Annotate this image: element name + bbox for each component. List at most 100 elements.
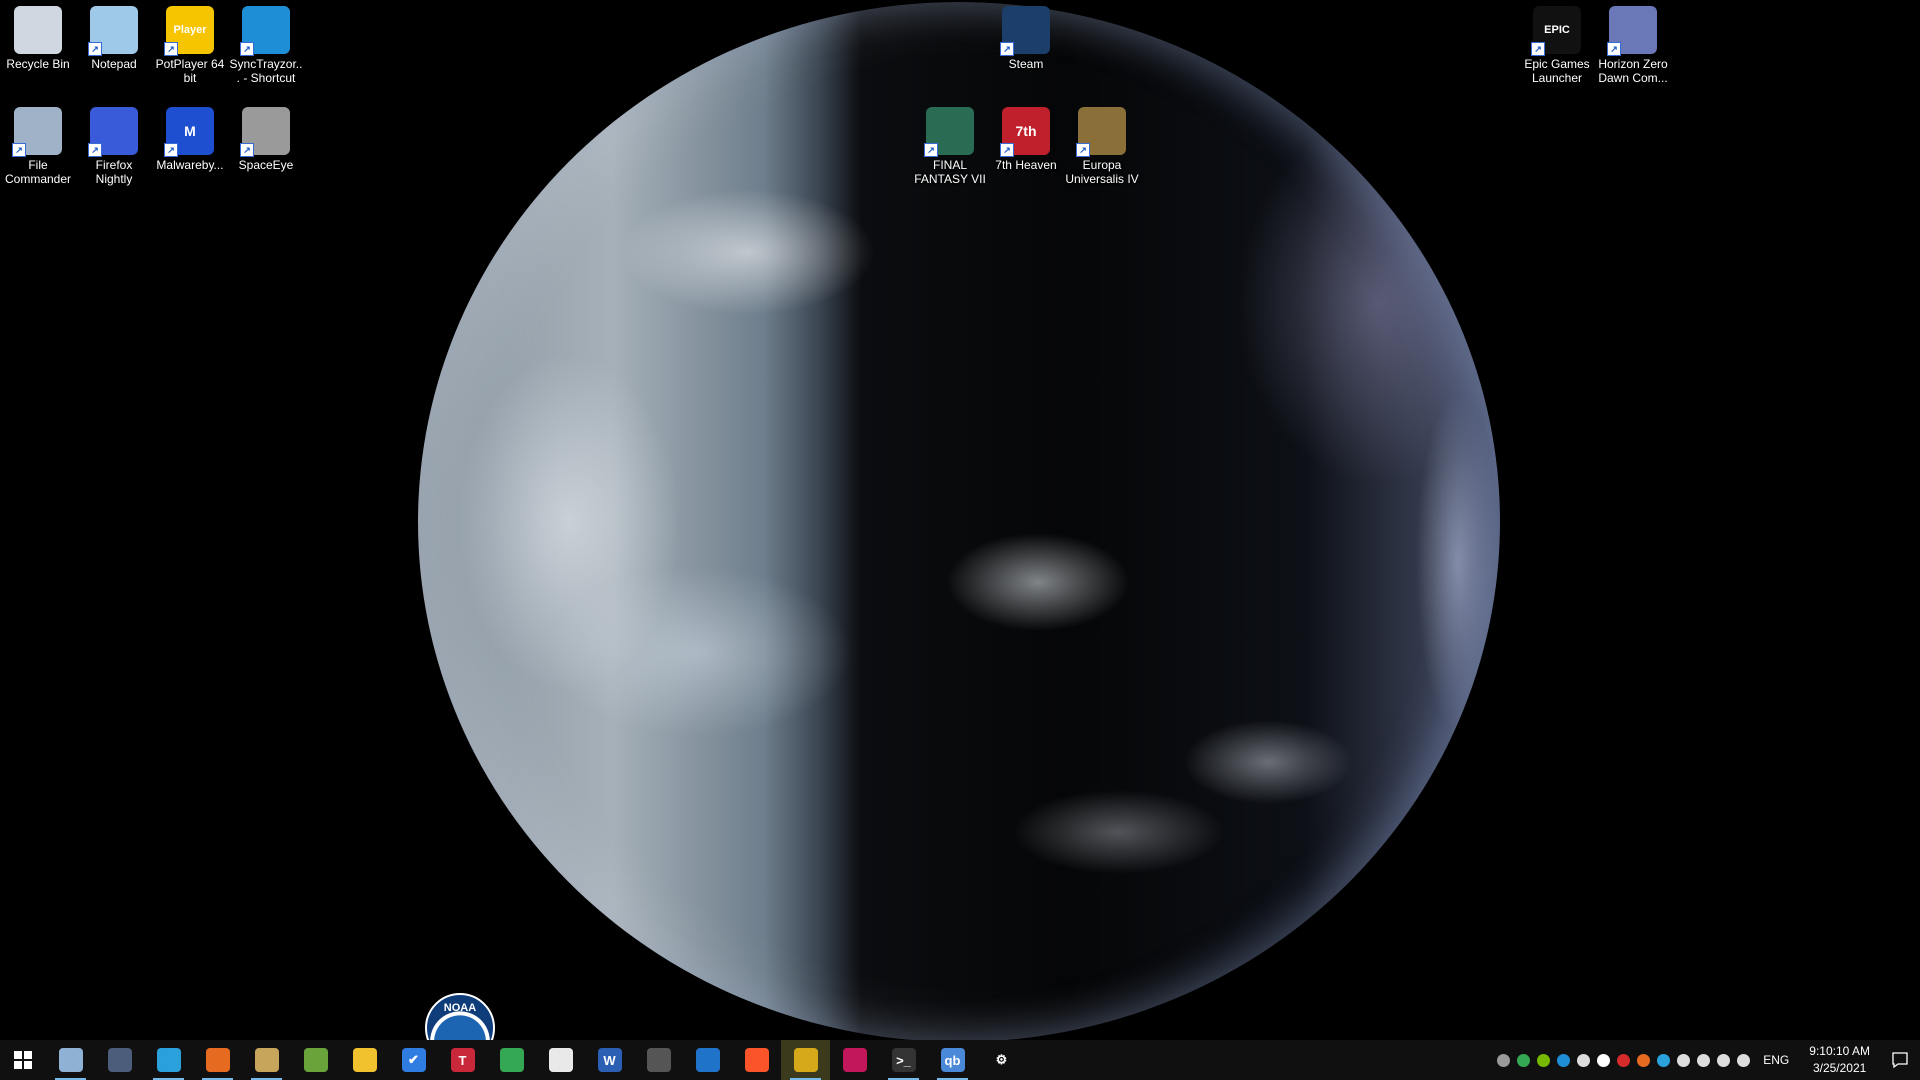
language-indicator[interactable]: ENG	[1753, 1053, 1799, 1067]
taskbar-app-button[interactable]	[683, 1040, 732, 1080]
desktop-shortcut[interactable]: ↗ SpaceEye	[228, 107, 304, 172]
qbittorrent-icon: qb	[940, 1048, 965, 1072]
taskbar-app-button[interactable]	[536, 1040, 585, 1080]
thunderbird-icon	[695, 1048, 720, 1072]
malwarebytes-icon: M ↗	[164, 107, 214, 157]
desktop-icon-label: Europa Universalis IV	[1065, 158, 1139, 186]
desktop-shortcut[interactable]: ↗ Firefox Nightly	[76, 107, 152, 186]
chrome-tray-icon[interactable]	[1513, 1040, 1533, 1080]
usb-tray-icon[interactable]	[1673, 1040, 1693, 1080]
desktop-shortcut[interactable]: ↗ SyncTrayzor... - Shortcut	[228, 6, 304, 85]
desktop-shortcut[interactable]: ↗ Europa Universalis IV	[1064, 107, 1140, 186]
desktop-icon-label: Notepad	[91, 57, 137, 71]
desktop-shortcut[interactable]: ↗ Horizon Zero Dawn Com...	[1595, 6, 1671, 85]
taskbar-app-button[interactable]: ✔	[389, 1040, 438, 1080]
syncthing-tray-icon[interactable]	[1553, 1040, 1573, 1080]
desktop-shortcut[interactable]: ↗ Steam	[988, 6, 1064, 71]
taskbar-app-button[interactable]: qb	[928, 1040, 977, 1080]
shortcut-arrow-icon: ↗	[240, 143, 254, 157]
librewolf-icon	[548, 1048, 573, 1072]
icon-glyph: 7th	[1015, 123, 1037, 139]
desktop-shortcut[interactable]: ↗ FINAL FANTASY VII	[912, 107, 988, 186]
icon-glyph: Player	[173, 24, 207, 36]
firefox-tray-icon[interactable]	[1633, 1040, 1653, 1080]
shortcut-arrow-icon: ↗	[88, 42, 102, 56]
taskbar-app-button[interactable]	[242, 1040, 291, 1080]
snipping-tool-icon	[842, 1048, 867, 1072]
taskbar-app-button[interactable]: >_	[879, 1040, 928, 1080]
desktop-icon-label: File Commander	[4, 158, 72, 186]
desktop-icon-label: SyncTrayzor... - Shortcut	[229, 57, 303, 85]
desktop-icon-label: FINAL FANTASY VII	[914, 158, 986, 186]
shortcut-arrow-icon: ↗	[88, 143, 102, 157]
taskbar-app-button[interactable]: ⚙	[977, 1040, 1026, 1080]
battery-tray-icon[interactable]	[1693, 1040, 1713, 1080]
desktop-shortcut[interactable]: EPIC ↗ Epic Games Launcher	[1519, 6, 1595, 85]
desktop-shortcut[interactable]: ↗ Notepad	[76, 6, 152, 71]
shortcut-arrow-icon: ↗	[924, 143, 938, 157]
taskbar-app-button[interactable]	[487, 1040, 536, 1080]
desktop-shortcut[interactable]: 7th ↗ 7th Heaven	[988, 107, 1064, 172]
shortcut-arrow-icon: ↗	[1000, 42, 1014, 56]
icon-glyph: M	[184, 123, 196, 139]
windows-start-icon	[14, 1051, 32, 1069]
taskbar-app-button[interactable]	[291, 1040, 340, 1080]
telegram-tray-icon[interactable]	[1653, 1040, 1673, 1080]
firefox-icon	[205, 1048, 230, 1072]
brave-icon	[744, 1048, 769, 1072]
taskbar-app-button[interactable]	[144, 1040, 193, 1080]
wifi-tray-icon[interactable]	[1713, 1040, 1733, 1080]
shortcut-arrow-icon: ↗	[1076, 143, 1090, 157]
spaceeye-tray-icon[interactable]	[1493, 1040, 1513, 1080]
notepad-icon: ↗	[88, 6, 138, 56]
notepad-app-icon	[254, 1048, 279, 1072]
dropbox-tray-icon[interactable]	[1593, 1040, 1613, 1080]
steam-icon: ↗	[1000, 6, 1050, 56]
desktop-shortcut[interactable]: M ↗ Malwareby...	[152, 107, 228, 172]
spaceeye-icon: ↗	[240, 107, 290, 157]
taskbar-app-button[interactable]	[46, 1040, 95, 1080]
shortcut-arrow-icon: ↗	[12, 143, 26, 157]
synctrayzor-icon: ↗	[240, 6, 290, 56]
icon-glyph: EPIC	[1544, 24, 1570, 36]
word-icon: W	[597, 1048, 622, 1072]
desktop-shortcut[interactable]: Recycle Bin	[0, 6, 76, 71]
malwarebytes-tray-icon[interactable]	[1613, 1040, 1633, 1080]
action-center-icon[interactable]	[1880, 1040, 1920, 1080]
file-commander-icon	[58, 1048, 83, 1072]
taskbar-app-button[interactable]	[340, 1040, 389, 1080]
shield-tray-icon[interactable]	[1573, 1040, 1593, 1080]
microsoft-todo-icon: ✔	[401, 1048, 426, 1072]
keepass-icon	[107, 1048, 132, 1072]
desktop-shortcut[interactable]: ↗ File Commander	[0, 107, 76, 186]
shortcut-arrow-icon: ↗	[1531, 42, 1545, 56]
taskbar-app-button[interactable]	[193, 1040, 242, 1080]
tray-glyph	[1716, 1053, 1730, 1067]
shortcut-arrow-icon: ↗	[1000, 143, 1014, 157]
clock-time: 9:10:10 AM	[1809, 1044, 1870, 1058]
taskbar-app-button[interactable]	[830, 1040, 879, 1080]
taskbar-app-button[interactable]	[732, 1040, 781, 1080]
desktop-icon-label: Recycle Bin	[6, 57, 70, 71]
taskbar-app-button[interactable]	[781, 1040, 830, 1080]
taskbar-app-button[interactable]: T	[438, 1040, 487, 1080]
start-button[interactable]	[0, 1040, 46, 1080]
taskbar-app-button[interactable]	[95, 1040, 144, 1080]
nvidia-tray-icon[interactable]	[1533, 1040, 1553, 1080]
desktop-icon-label: Horizon Zero Dawn Com...	[1598, 57, 1668, 85]
telegram-icon	[156, 1048, 181, 1072]
clock-date: 3/25/2021	[1812, 1061, 1867, 1075]
7th-heaven-icon: 7th ↗	[1000, 107, 1050, 157]
desktop-icon-label: 7th Heaven	[995, 158, 1057, 172]
clock[interactable]: 9:10:10 AM 3/25/2021	[1799, 1043, 1880, 1077]
tray-glyph	[1536, 1053, 1550, 1067]
image-viewer-icon	[793, 1048, 818, 1072]
taskbar-app-button[interactable]: W	[585, 1040, 634, 1080]
desktop-icon-label: SpaceEye	[238, 158, 294, 172]
taskbar-app-button[interactable]	[634, 1040, 683, 1080]
tray-icons	[1493, 1040, 1753, 1080]
desktop-icon-label: Epic Games Launcher	[1524, 57, 1590, 85]
desktop-shortcut[interactable]: Player ↗ PotPlayer 64 bit	[152, 6, 228, 85]
volume-tray-icon[interactable]	[1733, 1040, 1753, 1080]
tray-glyph	[1676, 1053, 1690, 1067]
